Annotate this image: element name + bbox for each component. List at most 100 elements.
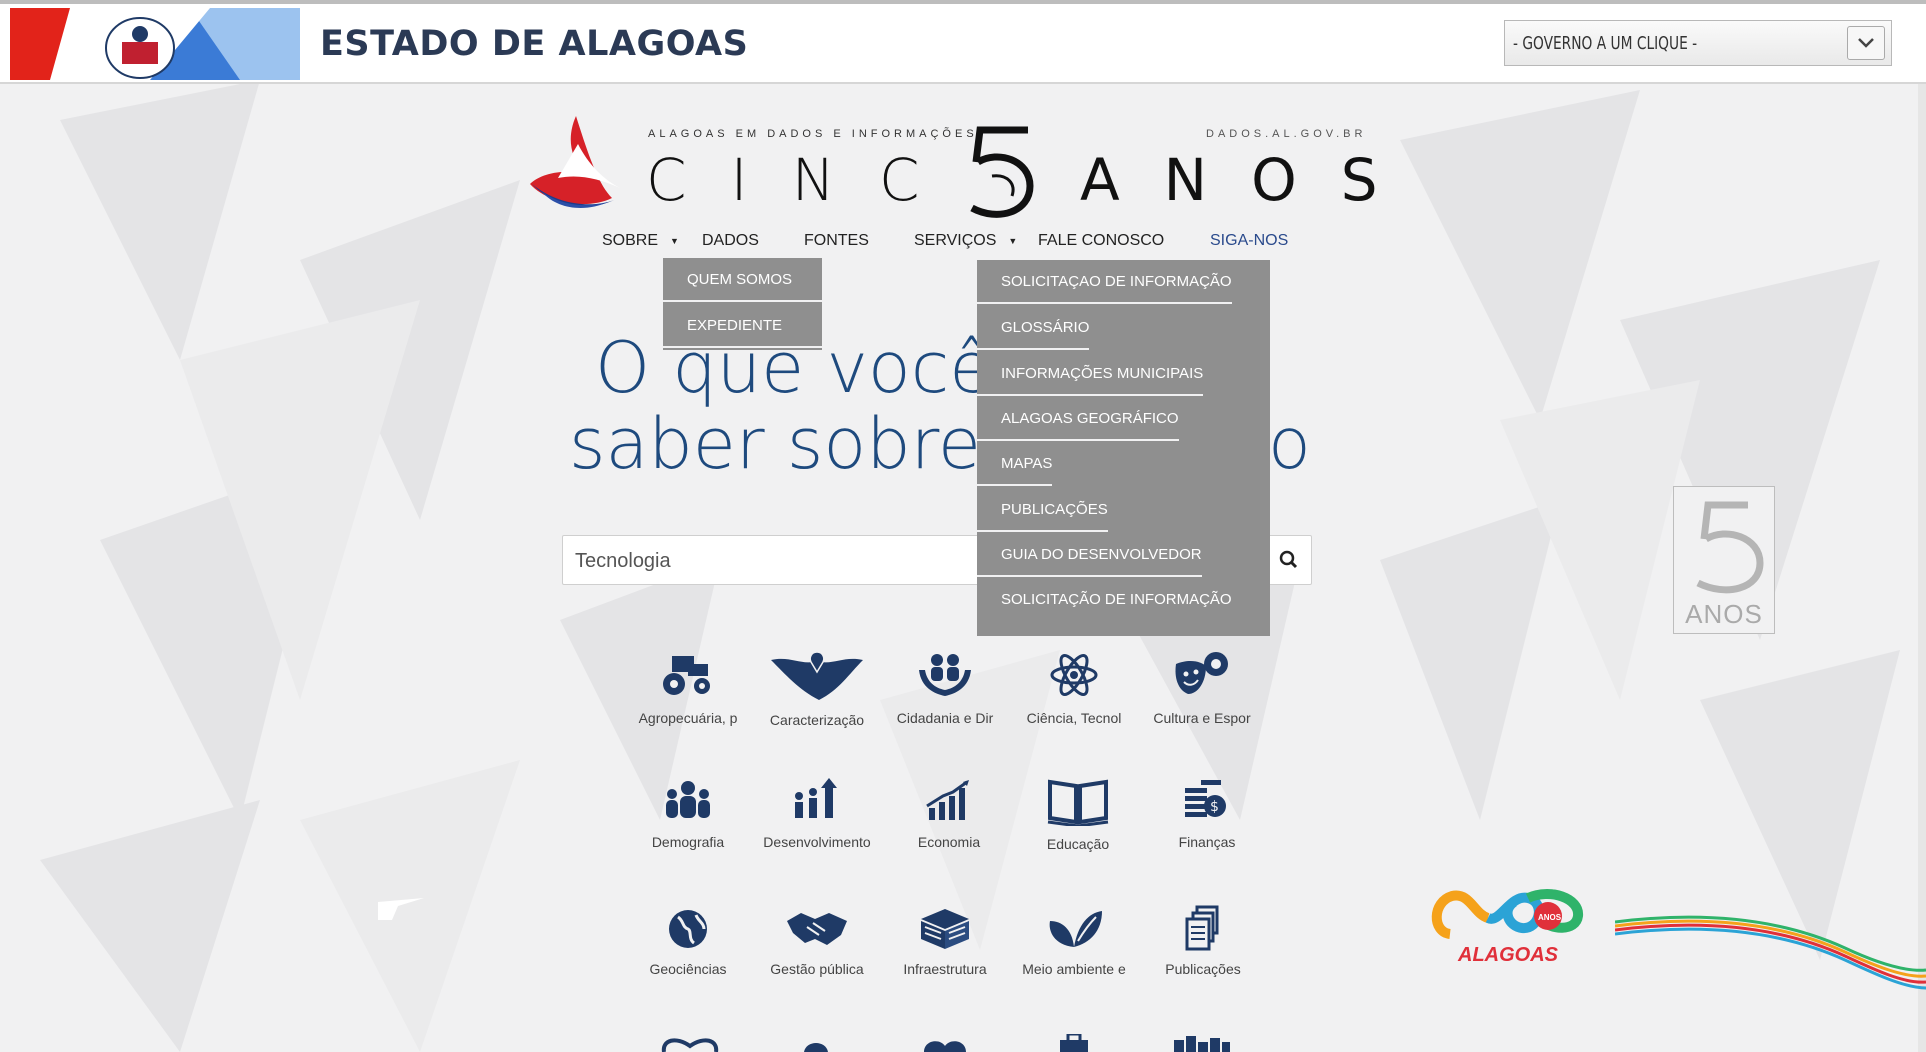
servicos-dropdown: SOLICITAÇAO DE INFORMAÇÃO GLOSSÁRIO INFO… bbox=[977, 260, 1270, 636]
category-label: Economia bbox=[917, 834, 981, 850]
badge-anos-label: ANOS bbox=[1685, 599, 1763, 629]
menu-item-informacoes-municipais[interactable]: INFORMAÇÕES MUNICIPAIS bbox=[977, 352, 1204, 396]
globe-icon bbox=[669, 910, 707, 948]
caret-down-icon: ▼ bbox=[670, 235, 679, 246]
caret-down-icon: ▼ bbox=[1008, 235, 1018, 246]
alagoas-200-logo: ANOS ALAGOAS bbox=[1430, 884, 1590, 974]
menu-item-solicitacao[interactable]: SOLICITAÇAO DE INFORMAÇÃO bbox=[977, 260, 1232, 304]
category-demografia[interactable]: Demografia bbox=[623, 778, 753, 850]
al200-label: ALAGOAS bbox=[1458, 944, 1558, 966]
category-publicacoes[interactable]: Publicações bbox=[1138, 905, 1268, 977]
category-label: Ciência, Tecnol bbox=[1026, 710, 1122, 726]
alagoas-200-icon: ANOS bbox=[1431, 889, 1583, 939]
government-bar: ESTADO DE ALAGOAS - GOVERNO A UM CLIQUE … bbox=[0, 0, 1926, 84]
leaves-icon bbox=[1049, 911, 1102, 947]
map-pin-icon bbox=[771, 651, 863, 700]
masks-ball-icon bbox=[1175, 652, 1228, 694]
menu-item-mapas[interactable]: MAPAS bbox=[977, 442, 1053, 486]
category-cidadania[interactable]: Cidadania e Dir bbox=[880, 650, 1010, 726]
search-icon bbox=[1279, 550, 1298, 569]
heart-icon bbox=[661, 1038, 719, 1052]
menu-item-expediente[interactable]: EXPEDIENTE bbox=[663, 304, 822, 348]
cinco-anos-badge[interactable]: ANOS bbox=[1673, 486, 1775, 634]
nav-fale-conosco[interactable]: FALE CONOSCO bbox=[1038, 232, 1164, 250]
category-meio-ambiente[interactable]: Meio ambiente e bbox=[1009, 905, 1139, 977]
documents-icon bbox=[1185, 905, 1219, 951]
search-button[interactable] bbox=[1266, 536, 1311, 584]
category-label: Desenvolvimento bbox=[763, 834, 871, 850]
logo-tagline: ALAGOAS EM DADOS E INFORMAÇÕES bbox=[648, 128, 978, 140]
headline-line-2-wrap: saber sobre o bbox=[569, 403, 1311, 485]
category-label: Cidadania e Dir bbox=[896, 710, 994, 726]
menu-item-guia-desenvolvedor[interactable]: GUIA DO DESENVOLVEDOR bbox=[977, 533, 1202, 577]
nav-siga-nos[interactable]: SIGA-NOS bbox=[1210, 232, 1288, 250]
menu-item-publicacoes[interactable]: PUBLICAÇÕES bbox=[977, 488, 1108, 532]
state-title: ESTADO DE ALAGOAS bbox=[320, 24, 749, 64]
category-label: Agropecuária, p bbox=[638, 710, 738, 726]
tractor-icon bbox=[663, 656, 710, 695]
five-icon bbox=[970, 126, 1034, 218]
category-label: Geociências bbox=[649, 961, 727, 977]
nav-servicos-label: SERVIÇOS bbox=[914, 232, 997, 249]
svg-text:$: $ bbox=[1210, 799, 1219, 815]
site-logo[interactable]: ALAGOAS EM DADOS E INFORMAÇÕES DADOS.AL.… bbox=[528, 110, 1378, 220]
category-infraestrutura[interactable]: Infraestrutura bbox=[880, 905, 1010, 977]
logo-word-left: CINC bbox=[646, 146, 964, 214]
handshake-icon bbox=[787, 913, 847, 945]
police-hat-icon bbox=[804, 1043, 828, 1052]
logo-flag-icon bbox=[530, 116, 620, 208]
category-desenvolvimento[interactable]: Desenvolvimento bbox=[752, 778, 882, 850]
hands-people-icon bbox=[919, 654, 971, 696]
governo-select[interactable]: - GOVERNO A UM CLIQUE - bbox=[1504, 20, 1892, 66]
logo-word-right: ANOS bbox=[1080, 146, 1422, 214]
category-label: Meio ambiente e bbox=[1022, 961, 1126, 977]
category-label: Educação bbox=[1046, 836, 1110, 852]
logo-domain: DADOS.AL.GOV.BR bbox=[1206, 128, 1367, 140]
headline-trailing: o bbox=[1268, 403, 1311, 485]
menu-item-quem-somos[interactable]: QUEM SOMOS bbox=[663, 258, 822, 302]
category-financas[interactable]: $ Finanças bbox=[1142, 778, 1272, 850]
category-label: Publicações bbox=[1165, 961, 1241, 977]
atom-icon bbox=[1050, 654, 1098, 696]
menu-item-alagoas-geografico[interactable]: ALAGOAS GEOGRÁFICO bbox=[977, 397, 1179, 441]
search-input[interactable] bbox=[573, 536, 997, 586]
category-label: Cultura e Espor bbox=[1153, 710, 1251, 726]
flag-mark-icon bbox=[378, 898, 424, 920]
category-geociencias[interactable]: Geociências bbox=[623, 905, 753, 977]
category-label: Gestão pública bbox=[770, 961, 864, 977]
headline-line-2: saber sobre bbox=[569, 403, 981, 485]
category-agropecuaria[interactable]: Agropecuária, p bbox=[623, 650, 753, 726]
bar-chart-icon bbox=[926, 780, 969, 820]
alagoas-flag-banner bbox=[10, 8, 300, 80]
menu-item-solicitacao-informacao[interactable]: SOLICITAÇÃO DE INFORMAÇÃO bbox=[977, 578, 1232, 622]
buildings-icon bbox=[921, 909, 969, 949]
category-label: Caracterização bbox=[769, 712, 865, 728]
chevron-down-icon[interactable] bbox=[1847, 26, 1885, 60]
nav-sobre-label: SOBRE bbox=[602, 232, 659, 249]
nav-fontes[interactable]: FONTES bbox=[804, 232, 869, 250]
colored-ribbon bbox=[1615, 915, 1926, 990]
coins-icon: $ bbox=[1185, 780, 1226, 817]
brain-icon bbox=[924, 1041, 966, 1052]
category-ciencia[interactable]: Ciência, Tecnol bbox=[1009, 650, 1139, 726]
people-group-icon bbox=[666, 781, 710, 818]
category-educacao[interactable]: Educação bbox=[1013, 778, 1143, 852]
sobre-dropdown: QUEM SOMOS EXPEDIENTE bbox=[663, 258, 822, 350]
category-gestao-publica[interactable]: Gestão pública bbox=[752, 905, 882, 977]
hero-headline: O que você saber sobre o bbox=[569, 330, 1311, 482]
growth-people-icon bbox=[795, 778, 837, 818]
category-economia[interactable]: Economia bbox=[884, 778, 1014, 850]
nav-servicos[interactable]: SERVIÇOS ▼ bbox=[914, 232, 1017, 250]
five-icon bbox=[1696, 501, 1764, 594]
category-cultura[interactable]: Cultura e Espor bbox=[1137, 650, 1267, 726]
category-label: Infraestrutura bbox=[903, 961, 987, 977]
city-icon bbox=[1174, 1036, 1230, 1052]
nav-dados[interactable]: DADOS bbox=[702, 232, 759, 250]
medkit-icon bbox=[1060, 1034, 1088, 1052]
governo-select-value: - GOVERNO A UM CLIQUE - bbox=[1513, 33, 1698, 54]
al200-small-label: ANOS bbox=[1538, 913, 1562, 922]
category-caracterizacao[interactable]: Caracterização bbox=[752, 650, 882, 728]
open-book-icon bbox=[1047, 779, 1109, 826]
menu-item-glossario[interactable]: GLOSSÁRIO bbox=[977, 306, 1090, 350]
nav-sobre[interactable]: SOBRE ▼ bbox=[602, 232, 679, 250]
